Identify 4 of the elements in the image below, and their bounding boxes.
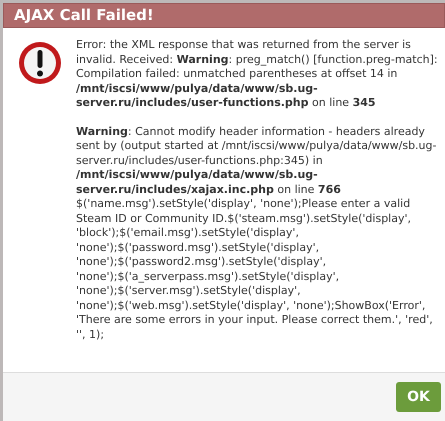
dialog-title: AJAX Call Failed! <box>14 5 154 26</box>
error-message: Error: the XML response that was returned from the server is invalid. Received: Warning: preg_match() [function.preg-match]: Compilation failed: unmatched parentheses at offset 14 in /mnt/iscsi/www/pulya/data/www/sb.ug-server.ru/includes/user-functions.php on line 345 <box>76 38 438 110</box>
error-message: Warning: Cannot modify header information - headers already sent by (output started at /mnt/iscsi/www/pulya/data/www/sb.ug-server.ru/includes/user-functions.php:345) in /mnt/iscsi/www/pulya/data/www/sb.ug-server.ru/includes/xajax.inc.php on line 766 $('name.msg').setStyle('display', 'none');Please enter a valid Steam ID or Community ID.$('steam.msg').setStyle('display', 'block');$('email.msg').setStyle('display', 'none');$('password.msg').setStyle('display', 'none');$('password2.msg').setStyle('display', 'none');$('a_serverpass.msg').setStyle('display', 'none');$('server.msg').setStyle('display', 'none');$('web.msg').setStyle('display', 'none');ShowBox('Error', 'There are some errors in your input. Please correct them.', 'red', '', 1); <box>76 124 438 342</box>
ok-button[interactable]: OK <box>396 382 441 412</box>
